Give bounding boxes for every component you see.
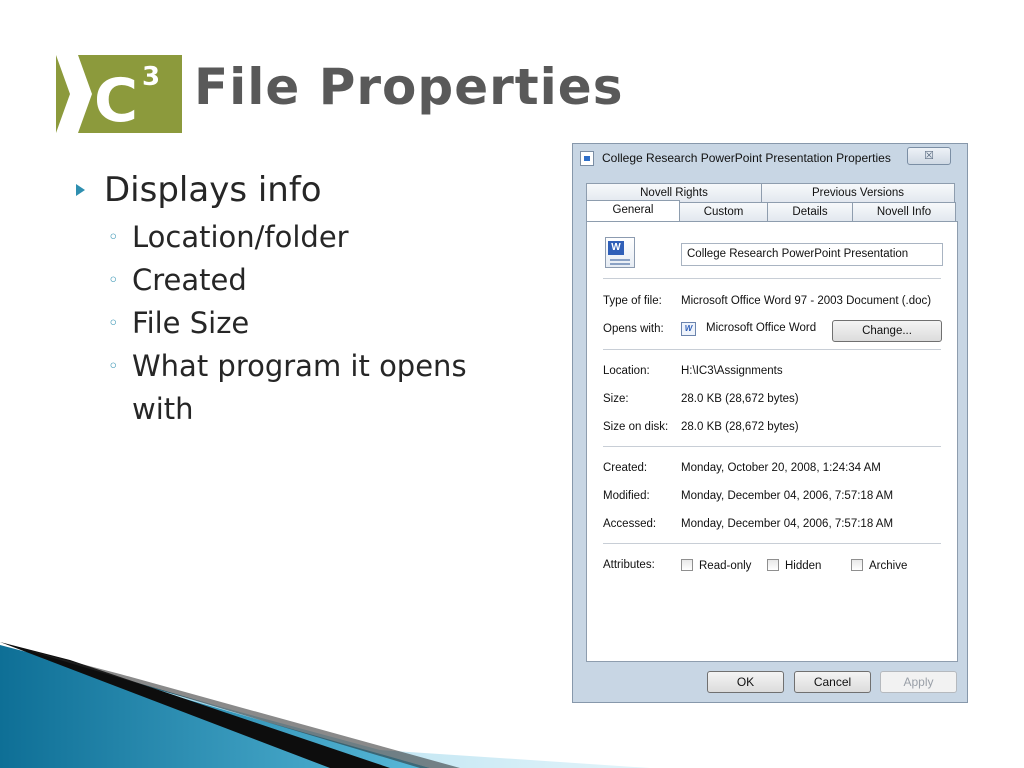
sub-bullet-list: ◦ Location/folder ◦ Created ◦ File Size ◦ Wh…: [76, 216, 526, 431]
type-label: Type of file:: [603, 295, 662, 307]
document-icon: [580, 151, 594, 166]
size-label: Size:: [603, 393, 629, 405]
sub-bullet-text: What program it opens with: [132, 349, 467, 426]
type-value: Microsoft Office Word 97 - 2003 Document…: [681, 295, 932, 307]
circle-bullet-icon: ◦: [108, 270, 119, 291]
ic3-logo: C 3: [56, 55, 182, 133]
location-value: H:\IC3\Assignments: [681, 365, 783, 377]
separator: [603, 349, 941, 350]
word-app-icon: W: [681, 322, 696, 336]
bullet-list: Displays info ◦ Location/folder ◦ Created …: [76, 170, 526, 431]
general-tab-panel: College Research PowerPoint Presentation…: [586, 221, 958, 662]
separator: [603, 543, 941, 544]
sub-bullet-text: Created: [132, 263, 247, 297]
archive-checkbox[interactable]: [851, 559, 863, 571]
bullet-arrow-icon: [76, 184, 85, 196]
attributes-label: Attributes:: [603, 559, 655, 571]
archive-label[interactable]: Archive: [869, 560, 907, 572]
accessed-label: Accessed:: [603, 518, 657, 530]
size-on-disk-label: Size on disk:: [603, 421, 669, 433]
word-document-icon: [605, 237, 635, 268]
modified-label: Modified:: [603, 490, 650, 502]
file-name-field[interactable]: College Research PowerPoint Presentation: [681, 243, 943, 266]
dialog-titlebar[interactable]: College Research PowerPoint Presentation…: [573, 144, 967, 172]
sub-bullet-text: File Size: [132, 306, 250, 340]
tab-details[interactable]: Details: [767, 202, 853, 221]
slide-title: File Properties: [194, 58, 624, 116]
circle-bullet-icon: ◦: [108, 313, 119, 334]
created-label: Created:: [603, 462, 648, 474]
modified-value: Monday, December 04, 2006, 7:57:18 AM: [681, 490, 894, 502]
close-button[interactable]: ☒: [907, 147, 951, 165]
created-value: Monday, October 20, 2008, 1:24:34 AM: [681, 462, 881, 474]
size-on-disk-value: 28.0 KB (28,672 bytes): [681, 421, 799, 433]
opens-with-label: Opens with:: [603, 323, 664, 335]
bullet-text: Displays info: [104, 170, 322, 210]
read-only-label[interactable]: Read-only: [699, 560, 751, 572]
sub-bullet-item: ◦ Created: [76, 259, 526, 302]
hidden-label[interactable]: Hidden: [785, 560, 821, 572]
sub-bullet-item: ◦ Location/folder: [76, 216, 526, 259]
bullet-item: Displays info: [76, 170, 526, 210]
hidden-checkbox[interactable]: [767, 559, 779, 571]
circle-bullet-icon: ◦: [108, 227, 119, 248]
tab-previous-versions[interactable]: Previous Versions: [761, 183, 955, 202]
accessed-value: Monday, December 04, 2006, 7:57:18 AM: [681, 518, 894, 530]
sub-bullet-text: Location/folder: [132, 220, 349, 254]
dialog-title: College Research PowerPoint Presentation…: [602, 151, 891, 165]
properties-dialog: College Research PowerPoint Presentation…: [572, 143, 968, 703]
cancel-button[interactable]: Cancel: [794, 671, 871, 693]
separator: [603, 446, 941, 447]
sub-bullet-item: ◦ File Size: [76, 302, 526, 345]
ok-button[interactable]: OK: [707, 671, 784, 693]
tab-general[interactable]: General: [586, 200, 680, 221]
svg-text:C: C: [94, 66, 138, 133]
tab-row-front: General Custom Details Novell Info: [586, 200, 957, 221]
location-label: Location:: [603, 365, 650, 377]
sub-bullet-item: ◦ What program it opens with: [76, 345, 526, 431]
tab-novell-info[interactable]: Novell Info: [852, 202, 956, 221]
tab-custom[interactable]: Custom: [679, 202, 768, 221]
size-value: 28.0 KB (28,672 bytes): [681, 393, 799, 405]
read-only-checkbox[interactable]: [681, 559, 693, 571]
separator: [603, 278, 941, 279]
svg-text:3: 3: [142, 62, 160, 92]
change-button[interactable]: Change...: [832, 320, 942, 342]
opens-with-value: Microsoft Office Word: [706, 322, 817, 334]
apply-button[interactable]: Apply: [880, 671, 957, 693]
circle-bullet-icon: ◦: [108, 356, 119, 377]
